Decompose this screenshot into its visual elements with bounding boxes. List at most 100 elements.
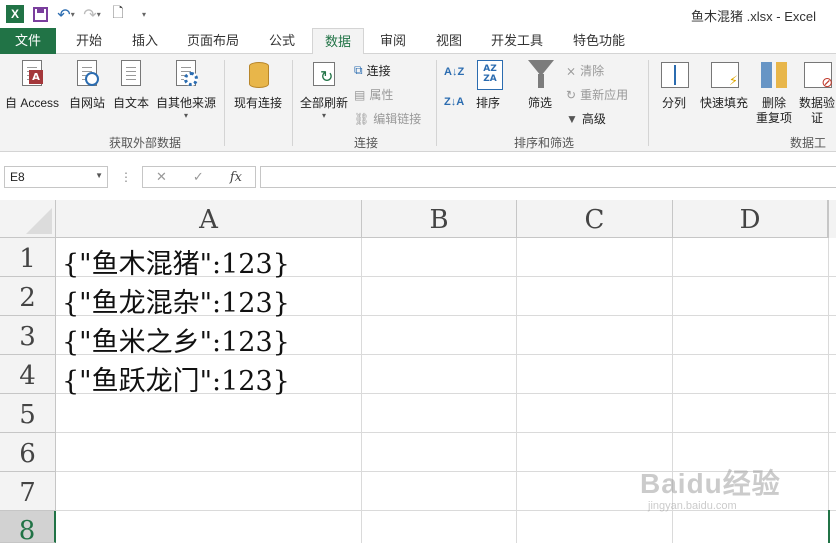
from-text-button[interactable]: 自文本 <box>110 58 152 111</box>
connections-label: 连接 <box>366 64 391 78</box>
data-validation-icon <box>804 62 833 91</box>
chevron-down-icon: ▾ <box>70 9 75 19</box>
cell-a2[interactable]: {"鱼龙混杂":123} <box>62 281 290 320</box>
selected-cell-e8[interactable] <box>828 510 836 543</box>
sort-ascending-icon: A↓Z <box>444 66 465 78</box>
chevron-down-icon: ▾ <box>321 111 326 120</box>
filter-icon <box>528 60 554 88</box>
column-header-a[interactable]: A <box>56 200 362 238</box>
name-box[interactable]: E8 ▼ <box>4 166 108 188</box>
gridline <box>516 238 517 543</box>
from-other-label: 自其他来源 <box>155 96 216 110</box>
existing-connections-button[interactable]: 现有连接 <box>230 58 286 111</box>
globe-icon <box>85 72 99 86</box>
watermark: Baidu经验 jingyan.baidu.com <box>640 462 781 512</box>
chevron-down-icon: ▾ <box>96 9 101 19</box>
from-web-button[interactable]: 自网站 <box>66 58 108 111</box>
filter-button[interactable]: 筛选 <box>522 58 558 111</box>
row-header-4[interactable]: 4 <box>0 355 56 394</box>
row-header-7[interactable]: 7 <box>0 472 56 511</box>
tab-insert[interactable]: 插入 <box>120 28 170 54</box>
advanced-filter-icon: ▼ <box>566 111 578 126</box>
refresh-all-button[interactable]: 全部刷新 ▾ <box>296 58 352 120</box>
tab-developer[interactable]: 开发工具 <box>480 28 554 54</box>
tab-formulas[interactable]: 公式 <box>258 28 306 54</box>
tab-special[interactable]: 特色功能 <box>562 28 636 54</box>
cell-a1[interactable]: {"鱼木混猪":123} <box>62 242 290 281</box>
database-icon <box>249 62 269 88</box>
refresh-icon <box>313 62 335 86</box>
remove-duplicates-icon <box>761 62 789 88</box>
print-preview-icon: 🗋 <box>112 5 124 21</box>
advanced-label: 高级 <box>581 112 606 126</box>
customize-qat-button[interactable]: ▾ <box>134 4 154 24</box>
sort-ascending-button[interactable]: A↓Z <box>444 66 464 78</box>
gridline <box>56 432 836 433</box>
undo-icon: ↶ <box>57 4 71 24</box>
ribbon-tabs: 文件 开始 插入 页面布局 公式 数据 审阅 视图 开发工具 特色功能 <box>0 28 836 55</box>
worksheet-grid: A B C D 1 2 3 4 5 6 7 8 {"鱼木混猪":123} {"鱼… <box>0 200 836 543</box>
edit-links-button[interactable]: ⛓ 编辑链接 <box>354 110 421 127</box>
existing-connections-label: 现有连接 <box>233 96 282 110</box>
save-button[interactable] <box>30 4 50 24</box>
row-header-8[interactable]: 8 <box>0 511 56 543</box>
connections-icon: ⧉ <box>354 63 363 77</box>
data-validation-button[interactable]: 数据验 证 <box>798 58 836 126</box>
gridline <box>56 510 836 511</box>
tab-view[interactable]: 视图 <box>424 28 474 54</box>
customize-icon: ▾ <box>141 9 146 19</box>
group-separator <box>436 60 437 146</box>
row-header-3[interactable]: 3 <box>0 316 56 355</box>
group-label-get-external: 获取外部数据 <box>108 136 181 150</box>
cell-a4[interactable]: {"鱼跃龙门":123} <box>62 359 290 398</box>
row-header-6[interactable]: 6 <box>0 433 56 472</box>
cell-a3[interactable]: {"鱼米之乡":123} <box>62 320 290 359</box>
sort-button[interactable]: AZ ZA 排序 <box>470 58 506 111</box>
redo-button[interactable]: ↷ ▾ <box>82 4 102 24</box>
title-bar: X ↶ ▾ ↷ ▾ 🗋 ▾ 鱼木混猪 .xlsx - Excel <box>0 0 836 28</box>
row-header-5[interactable]: 5 <box>0 394 56 433</box>
insert-function-icon[interactable]: fx <box>230 170 242 185</box>
remove-duplicates-label-1: 删除 <box>761 96 786 110</box>
row-header-2[interactable]: 2 <box>0 277 56 316</box>
tab-review[interactable]: 审阅 <box>368 28 418 54</box>
sort-descending-button[interactable]: Z↓A <box>444 96 464 108</box>
select-all-corner[interactable] <box>0 200 56 238</box>
cancel-icon[interactable]: ✕ <box>156 170 167 185</box>
chevron-down-icon: ▾ <box>183 111 188 120</box>
undo-button[interactable]: ↶ ▾ <box>56 4 76 24</box>
data-validation-label-1: 数据验 <box>798 96 835 110</box>
from-text-label: 自文本 <box>112 96 149 110</box>
reapply-button[interactable]: ↻ 重新应用 <box>566 86 628 103</box>
tab-data[interactable]: 数据 <box>312 28 364 55</box>
chevron-down-icon[interactable]: ▼ <box>95 171 103 180</box>
text-to-columns-icon <box>661 62 689 88</box>
redo-icon: ↷ <box>83 4 97 24</box>
formula-buttons: ✕ ✓ fx <box>142 166 256 188</box>
save-icon <box>32 6 48 22</box>
enter-icon[interactable]: ✓ <box>193 170 204 185</box>
from-access-button[interactable]: A 自 Access <box>4 58 60 111</box>
advanced-filter-button[interactable]: ▼ 高级 <box>566 110 606 127</box>
column-header-b[interactable]: B <box>362 200 517 238</box>
flash-fill-button[interactable]: 快速填充 <box>698 58 750 111</box>
text-to-columns-button[interactable]: 分列 <box>656 58 692 111</box>
formula-input[interactable] <box>260 166 836 188</box>
clear-filter-button[interactable]: ⨯ 清除 <box>566 62 604 79</box>
window-title: 鱼木混猪 .xlsx - Excel <box>691 9 816 24</box>
properties-button[interactable]: ▤ 属性 <box>354 86 393 103</box>
connections-button[interactable]: ⧉ 连接 <box>354 62 391 79</box>
print-preview-button[interactable]: 🗋 <box>108 4 128 24</box>
column-header-c[interactable]: C <box>517 200 673 238</box>
more-icon: ⋮ <box>120 170 132 184</box>
tab-file[interactable]: 文件 <box>0 28 56 54</box>
row-header-1[interactable]: 1 <box>0 238 56 277</box>
tab-home[interactable]: 开始 <box>64 28 114 54</box>
sort-label: 排序 <box>475 96 500 110</box>
remove-duplicates-button[interactable]: 删除 重复项 <box>754 58 794 126</box>
column-header-d[interactable]: D <box>673 200 828 238</box>
tab-page-layout[interactable]: 页面布局 <box>176 28 250 54</box>
watermark-main: Baidu经验 <box>640 468 781 499</box>
clear-label: 清除 <box>580 64 605 78</box>
from-other-sources-button[interactable]: 自其他来源 ▾ <box>154 58 218 120</box>
